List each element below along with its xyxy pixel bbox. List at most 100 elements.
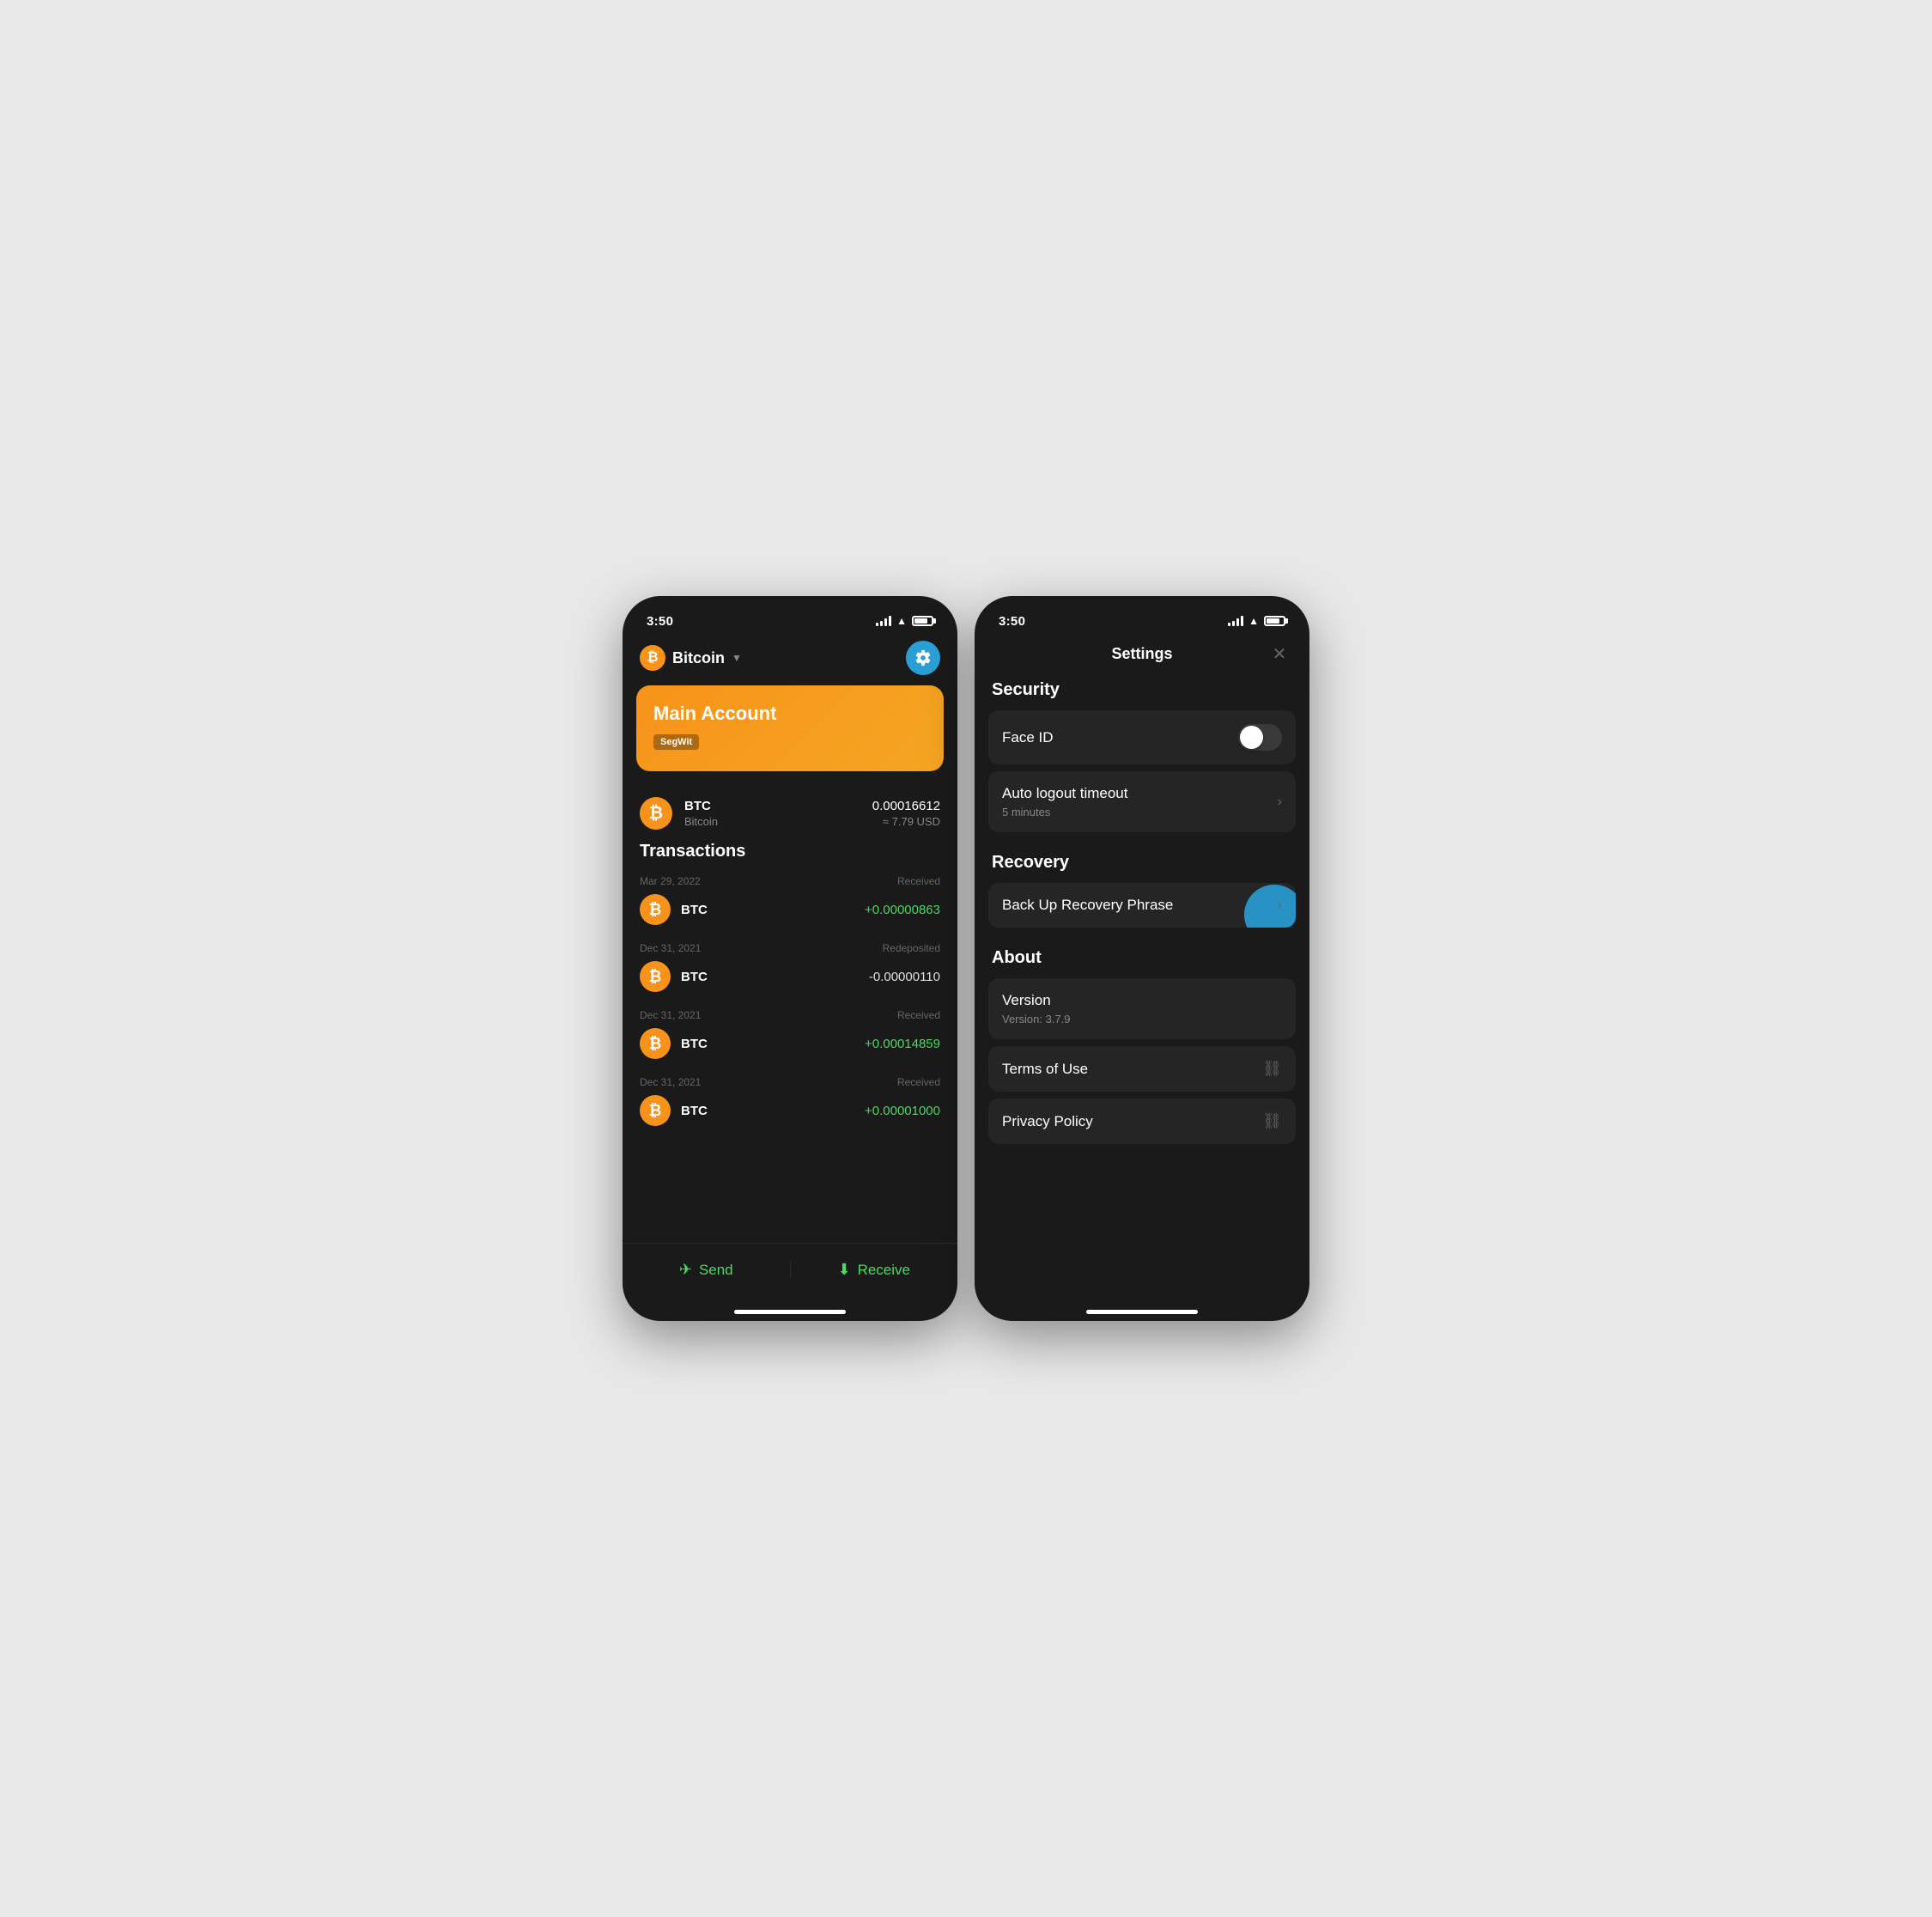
receive-icon: ⬇ <box>837 1261 850 1279</box>
send-label: Send <box>699 1262 733 1279</box>
backup-phrase-item[interactable]: Back Up Recovery Phrase › <box>988 883 1296 928</box>
about-section-title: About <box>992 948 1292 968</box>
tx-date-4: Dec 31, 2021 <box>640 1076 701 1088</box>
tx-group-3: Dec 31, 2021 Received ₿ BTC +0.00014859 <box>640 1009 940 1068</box>
tx-icon-3: ₿ <box>640 1028 671 1059</box>
tx-amount-2: -0.00000110 <box>869 970 940 984</box>
right-phone: 3:50 ▲ Settings ✕ <box>975 596 1309 1321</box>
time-right: 3:50 <box>999 614 1025 629</box>
account-title: Main Account <box>653 703 927 725</box>
tx-currency-2: BTC <box>681 970 708 984</box>
tx-type-1: Received <box>897 875 940 887</box>
status-bar-right: 3:50 ▲ <box>975 596 1309 634</box>
tx-item-4[interactable]: ₿ BTC +0.00001000 <box>640 1095 940 1135</box>
privacy-label: Privacy Policy <box>1002 1113 1093 1130</box>
tx-type-4: Received <box>897 1076 940 1088</box>
status-icons-left: ▲ <box>876 615 933 627</box>
tx-amount-3: +0.00014859 <box>865 1037 940 1051</box>
tx-group-4: Dec 31, 2021 Received ₿ BTC +0.00001000 <box>640 1076 940 1135</box>
auto-logout-value: 5 minutes <box>1002 806 1127 819</box>
time-left: 3:50 <box>647 614 673 629</box>
gear-icon <box>914 649 932 666</box>
settings-button[interactable] <box>906 641 940 675</box>
balance-info: BTC Bitcoin <box>684 799 860 828</box>
balance-btc-amount: 0.00016612 <box>872 799 940 813</box>
tx-date-1: Mar 29, 2022 <box>640 875 701 887</box>
backup-phrase-chevron-icon: › <box>1278 898 1282 913</box>
tx-type-2: Redeposited <box>883 942 940 954</box>
face-id-toggle[interactable] <box>1238 724 1282 751</box>
tx-amount-4: +0.00001000 <box>865 1104 940 1118</box>
face-id-item[interactable]: Face ID <box>988 710 1296 764</box>
balance-amounts: 0.00016612 ≈ 7.79 USD <box>872 799 940 828</box>
send-icon: ✈ <box>679 1261 692 1279</box>
tx-type-3: Received <box>897 1009 940 1021</box>
terms-link-icon: ⛓ <box>1262 1060 1282 1078</box>
receive-label: Receive <box>858 1262 910 1279</box>
tx-group-2: Dec 31, 2021 Redeposited ₿ BTC -0.000001… <box>640 942 940 1001</box>
signal-icon-right <box>1228 616 1243 626</box>
btc-logo-icon: ₿ <box>640 645 665 671</box>
wallet-header: ₿ Bitcoin ▼ <box>623 634 957 685</box>
close-button[interactable]: ✕ <box>1267 641 1292 666</box>
wallet-content: ₿ Bitcoin ▼ Main Account SegWit ₿ <box>623 634 957 1321</box>
battery-icon <box>912 616 933 626</box>
tx-icon-2: ₿ <box>640 961 671 992</box>
auto-logout-label: Auto logout timeout <box>1002 785 1127 802</box>
version-label: Version <box>1002 992 1282 1009</box>
tx-date-3: Dec 31, 2021 <box>640 1009 701 1021</box>
settings-page-title: Settings <box>1018 645 1267 663</box>
bottom-bar: ✈ Send ⬇ Receive <box>623 1243 957 1310</box>
tx-currency-1: BTC <box>681 903 708 917</box>
balance-usd-amount: ≈ 7.79 USD <box>872 815 940 828</box>
terms-item[interactable]: Terms of Use ⛓ <box>988 1046 1296 1092</box>
transactions-title: Transactions <box>640 842 940 861</box>
backup-phrase-label: Back Up Recovery Phrase <box>1002 897 1173 914</box>
battery-icon-right <box>1264 616 1285 626</box>
version-item: Version Version: 3.7.9 <box>988 978 1296 1039</box>
recovery-section-title: Recovery <box>992 853 1292 873</box>
tx-currency-4: BTC <box>681 1104 708 1118</box>
status-bar-left: 3:50 ▲ <box>623 596 957 634</box>
signal-icon <box>876 616 891 626</box>
left-phone: 3:50 ▲ ₿ Bitcoin ▼ <box>623 596 957 1321</box>
settings-content: Security Face ID Auto logout timeout <box>975 680 1309 1310</box>
segwit-badge: SegWit <box>653 734 699 750</box>
coin-selector[interactable]: ₿ Bitcoin ▼ <box>640 645 742 671</box>
privacy-link-icon: ⛓ <box>1262 1112 1282 1130</box>
tx-amount-1: +0.00000863 <box>865 903 940 917</box>
tx-item-1[interactable]: ₿ BTC +0.00000863 <box>640 894 940 934</box>
transactions-section: Transactions Mar 29, 2022 Received ₿ BTC… <box>623 842 957 1243</box>
face-id-label: Face ID <box>1002 729 1054 746</box>
settings-content-wrapper: Settings ✕ Security Face ID <box>975 634 1309 1321</box>
account-card[interactable]: Main Account SegWit <box>636 685 944 771</box>
tx-item-3[interactable]: ₿ BTC +0.00014859 <box>640 1028 940 1068</box>
balance-currency: BTC <box>684 799 860 813</box>
receive-button[interactable]: ⬇ Receive <box>791 1254 958 1286</box>
tx-date-2: Dec 31, 2021 <box>640 942 701 954</box>
tx-icon-1: ₿ <box>640 894 671 925</box>
wifi-icon-right: ▲ <box>1249 615 1259 627</box>
coin-name-label: Bitcoin <box>672 649 725 667</box>
balance-row: ₿ BTC Bitcoin 0.00016612 ≈ 7.79 USD <box>623 785 957 842</box>
send-button[interactable]: ✈ Send <box>623 1254 790 1286</box>
tx-currency-3: BTC <box>681 1037 708 1051</box>
tx-item-2[interactable]: ₿ BTC -0.00000110 <box>640 961 940 1001</box>
terms-label: Terms of Use <box>1002 1061 1088 1078</box>
privacy-item[interactable]: Privacy Policy ⛓ <box>988 1098 1296 1144</box>
version-value: Version: 3.7.9 <box>1002 1013 1282 1025</box>
balance-btc-icon: ₿ <box>640 797 672 830</box>
blue-circle-decoration <box>1244 885 1296 928</box>
auto-logout-item[interactable]: Auto logout timeout 5 minutes › <box>988 771 1296 832</box>
auto-logout-chevron-icon: › <box>1278 794 1282 810</box>
tx-group-1: Mar 29, 2022 Received ₿ BTC +0.00000863 <box>640 875 940 934</box>
status-icons-right: ▲ <box>1228 615 1285 627</box>
home-indicator-right <box>1086 1310 1198 1314</box>
home-indicator-left <box>734 1310 846 1314</box>
chevron-down-icon: ▼ <box>732 652 742 664</box>
wifi-icon: ▲ <box>896 615 907 627</box>
settings-header: Settings ✕ <box>975 634 1309 680</box>
tx-icon-4: ₿ <box>640 1095 671 1126</box>
security-section-title: Security <box>992 680 1292 700</box>
balance-name: Bitcoin <box>684 815 860 828</box>
